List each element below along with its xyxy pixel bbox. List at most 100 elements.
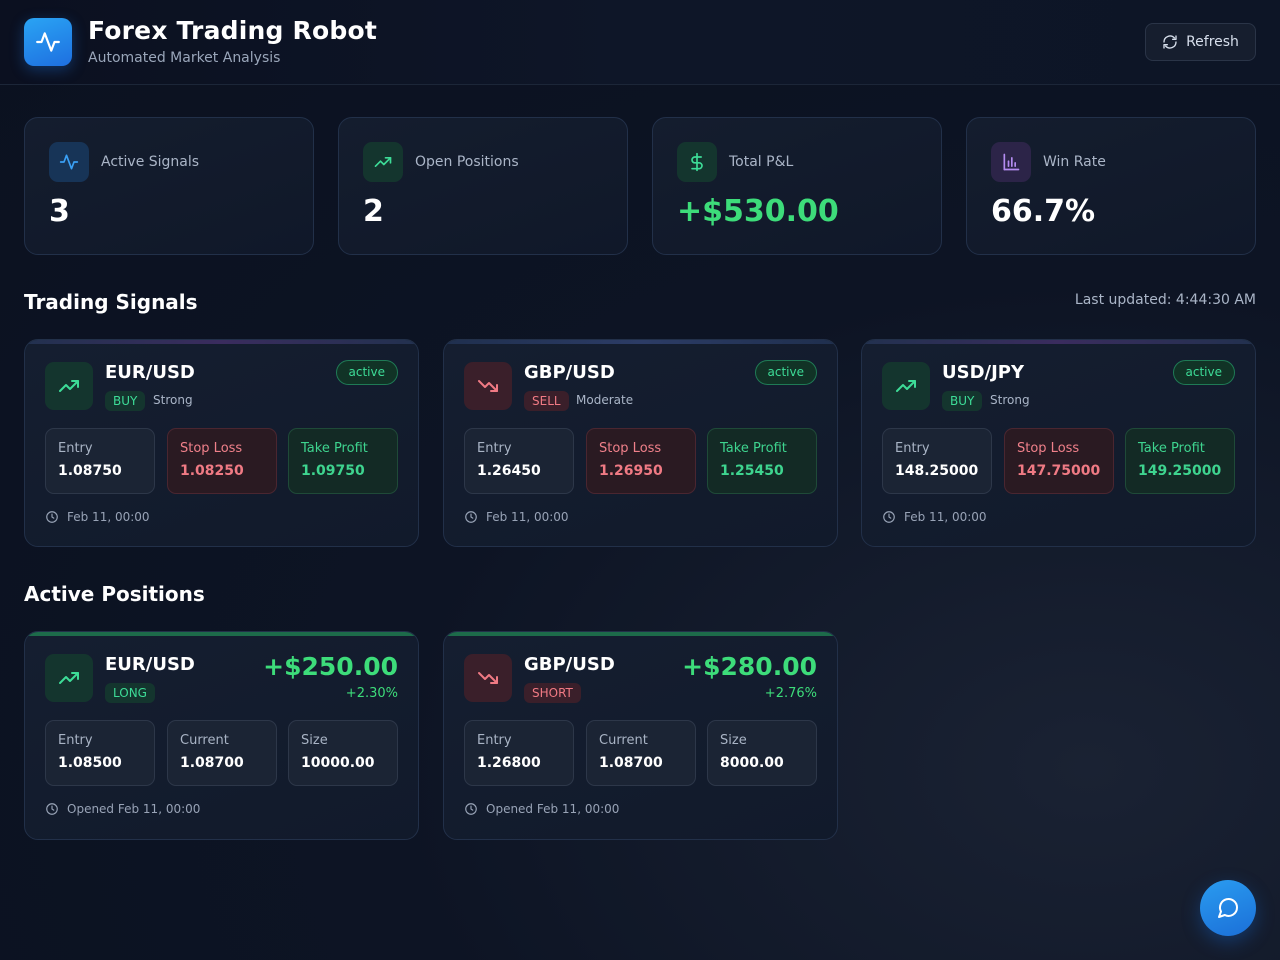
direction-badge: SELL [524, 391, 569, 411]
timestamp-text: Feb 11, 00:00 [904, 510, 987, 524]
refresh-button[interactable]: Refresh [1145, 23, 1256, 61]
metric-value: 1.26950 [599, 463, 663, 479]
metric-label: Current [180, 733, 229, 748]
metric-label: Stop Loss [1017, 441, 1080, 456]
timestamp-text: Feb 11, 00:00 [67, 510, 150, 524]
stat-card-active-signals: Active Signals 3 [24, 117, 314, 255]
stat-icon-box [991, 142, 1031, 182]
direction-badge: BUY [105, 391, 146, 411]
metric-stop-loss: Stop Loss 1.08250 [167, 428, 277, 494]
trending-down-icon [478, 380, 498, 392]
clock-icon [46, 511, 58, 523]
metric-stop-loss: Stop Loss 1.26950 [586, 428, 696, 494]
stat-value: 3 [49, 194, 70, 229]
metric-size: Size 10000.00 [288, 720, 398, 786]
metric-label: Take Profit [301, 441, 368, 456]
signal-strength: Moderate [576, 393, 634, 407]
metric-label: Current [599, 733, 648, 748]
metric-value: 148.25000 [895, 463, 979, 479]
direction-icon-box [45, 654, 93, 702]
metric-value: 147.75000 [1017, 463, 1101, 479]
metric-value: 1.09750 [301, 463, 365, 479]
app-logo [24, 18, 72, 66]
clock-icon [883, 511, 895, 523]
metric-take-profit: Take Profit 1.09750 [288, 428, 398, 494]
timestamp-text: Feb 11, 00:00 [486, 510, 569, 524]
position-card-gbp-usd[interactable]: GBP/USD SHORT +$280.00 +2.76% Entry 1.26… [443, 631, 838, 840]
metric-value: 1.08700 [180, 755, 244, 771]
direction-icon-box [882, 362, 930, 410]
status-badge: active [1172, 360, 1235, 385]
position-pnl-percent: +2.76% [764, 686, 817, 701]
position-opened: Opened Feb 11, 00:00 [464, 802, 619, 816]
status-badge: active [754, 360, 817, 385]
signal-timestamp: Feb 11, 00:00 [464, 510, 569, 524]
position-pnl: +$250.00 [263, 652, 398, 681]
bar-chart-icon [1003, 153, 1020, 171]
direction-icon-box [464, 654, 512, 702]
card-accent-bar [444, 632, 837, 636]
metric-entry: Entry 1.26450 [464, 428, 574, 494]
pair-name: EUR/USD [105, 362, 195, 383]
activity-icon [36, 32, 60, 52]
metric-value: 10000.00 [301, 755, 375, 771]
clock-icon [46, 803, 58, 815]
metric-label: Entry [58, 733, 93, 748]
metric-entry: Entry 1.08500 [45, 720, 155, 786]
metric-label: Stop Loss [599, 441, 662, 456]
side-badge: SHORT [524, 683, 581, 703]
direction-badge: BUY [942, 391, 983, 411]
direction-icon-box [45, 362, 93, 410]
metric-label: Entry [895, 441, 930, 456]
position-pnl: +$280.00 [682, 652, 817, 681]
metric-value: 1.08500 [58, 755, 122, 771]
dollar-icon [691, 152, 703, 172]
position-card-eur-usd[interactable]: EUR/USD LONG +$250.00 +2.30% Entry 1.085… [24, 631, 419, 840]
last-updated: Last updated: 4:44:30 AM [1074, 292, 1256, 308]
signal-card-usd-jpy[interactable]: USD/JPY BUY Strong active Entry 148.2500… [861, 339, 1256, 547]
app-title: Forex Trading Robot [88, 16, 377, 45]
metric-entry: Entry 1.08750 [45, 428, 155, 494]
section-title-signals: Trading Signals [24, 290, 198, 314]
metric-label: Take Profit [720, 441, 787, 456]
signal-card-gbp-usd[interactable]: GBP/USD SELL Moderate active Entry 1.264… [443, 339, 838, 547]
stat-card-win-rate: Win Rate 66.7% [966, 117, 1256, 255]
metric-value: 1.25450 [720, 463, 784, 479]
stat-icon-box [363, 142, 403, 182]
app-header: Forex Trading Robot Automated Market Ana… [0, 0, 1280, 85]
stat-card-open-positions: Open Positions 2 [338, 117, 628, 255]
metric-entry: Entry 1.26800 [464, 720, 574, 786]
stat-label: Open Positions [415, 154, 519, 170]
pair-name: GBP/USD [524, 654, 615, 675]
trending-down-icon [478, 672, 498, 684]
metric-value: 1.08700 [599, 755, 663, 771]
section-title-positions: Active Positions [24, 582, 205, 606]
metric-value: 8000.00 [720, 755, 784, 771]
metric-value: 1.26450 [477, 463, 541, 479]
metric-value: 1.08250 [180, 463, 244, 479]
metric-label: Entry [58, 441, 93, 456]
refresh-label: Refresh [1186, 34, 1239, 50]
card-accent-bar [25, 632, 418, 636]
side-badge: LONG [105, 683, 155, 703]
metric-label: Stop Loss [180, 441, 243, 456]
metric-label: Size [301, 733, 328, 748]
stat-value: +$530.00 [677, 194, 839, 229]
metric-entry: Entry 148.25000 [882, 428, 992, 494]
pair-name: USD/JPY [942, 362, 1025, 383]
metric-stop-loss: Stop Loss 147.75000 [1004, 428, 1114, 494]
card-accent-bar [25, 340, 418, 344]
signal-card-eur-usd[interactable]: EUR/USD BUY Strong active Entry 1.08750 … [24, 339, 419, 547]
chat-button[interactable] [1200, 880, 1256, 936]
stat-label: Active Signals [101, 154, 200, 170]
trending-up-icon [59, 380, 79, 392]
trending-up-icon [896, 380, 916, 392]
stat-icon-box [49, 142, 89, 182]
metric-value: 1.08750 [58, 463, 122, 479]
pair-name: GBP/USD [524, 362, 615, 383]
clock-icon [465, 803, 477, 815]
metric-label: Size [720, 733, 747, 748]
app-subtitle: Automated Market Analysis [88, 50, 281, 66]
metric-label: Entry [477, 733, 512, 748]
stat-label: Win Rate [1043, 154, 1106, 170]
